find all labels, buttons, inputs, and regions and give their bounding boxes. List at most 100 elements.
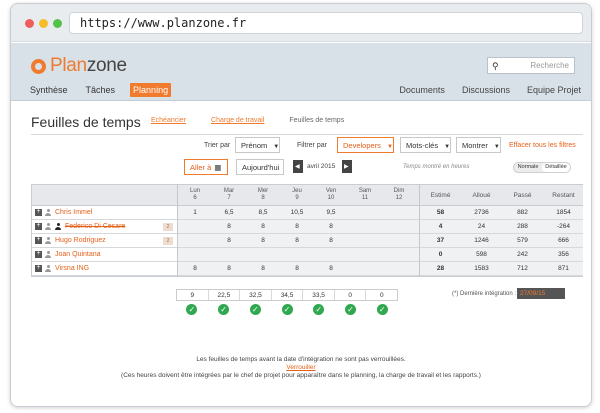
nav-planning[interactable]: Planning: [130, 83, 172, 97]
check-icon[interactable]: ✓: [313, 304, 325, 315]
hours-cell[interactable]: 8: [280, 265, 314, 272]
check-icon[interactable]: ✓: [218, 304, 230, 315]
view-mode-toggle[interactable]: Normale Détaillée: [513, 162, 571, 173]
expand-icon[interactable]: +: [35, 264, 42, 272]
nav-synthese[interactable]: Synthèse: [27, 83, 71, 97]
expand-icon[interactable]: +: [35, 208, 42, 216]
chevron-down-icon: ▼: [273, 144, 280, 150]
day-header-jeu: Jeu 9: [292, 188, 302, 201]
total-cell: 1854: [556, 209, 571, 216]
nav-taches[interactable]: Tâches: [83, 83, 119, 97]
day-hours-row: 1 6,5 8,5 10,5 9,5: [178, 206, 419, 220]
goto-date-button[interactable]: Aller à ▦: [184, 159, 228, 175]
check-icon[interactable]: ✓: [376, 304, 388, 315]
check-icon[interactable]: ✓: [281, 304, 293, 315]
hours-cell[interactable]: 8: [280, 237, 314, 244]
sort-select[interactable]: Prénom ▼: [235, 137, 280, 153]
day-header-dim: Dim 12: [393, 188, 405, 201]
resource-row[interactable]: + Chris Immel: [32, 206, 177, 220]
integration-date[interactable]: 27/09/15: [517, 288, 565, 299]
show-select[interactable]: Montrer ▼: [456, 137, 501, 153]
resource-row[interactable]: + Federico Di Cesare 2: [32, 220, 177, 234]
total-cell: 58: [436, 209, 445, 216]
hours-cell[interactable]: 10,5: [280, 209, 314, 216]
total-cell: 579: [517, 237, 528, 244]
hours-cell[interactable]: 9,5: [314, 209, 348, 216]
resource-row[interactable]: + Virsna ING: [32, 262, 177, 276]
validation-row: ✓ ✓ ✓ ✓ ✓ ✓ ✓: [176, 304, 398, 316]
nav-equipe-projet[interactable]: Equipe Projet: [527, 85, 581, 95]
today-button[interactable]: Aujourd'hui: [236, 159, 284, 175]
check-icon[interactable]: ✓: [344, 304, 356, 315]
planzone-logo[interactable]: Plan zone: [31, 54, 127, 78]
address-bar[interactable]: https://www.planzone.fr: [69, 12, 583, 34]
close-window-dot[interactable]: [25, 19, 34, 28]
hours-cell[interactable]: 8: [212, 265, 246, 272]
tab-charge-de-travail[interactable]: Charge de travail: [211, 117, 264, 124]
hours-cell[interactable]: 1: [178, 209, 212, 216]
hours-cell[interactable]: 8: [314, 223, 348, 230]
resource-name[interactable]: Virsna ING: [55, 265, 89, 272]
show-value: Montrer: [462, 141, 488, 150]
hours-cell[interactable]: 8,5: [246, 209, 280, 216]
header-restant: Restant: [552, 192, 575, 199]
search-input[interactable]: ⚲ Recherche: [487, 57, 575, 74]
next-period-button[interactable]: ▶: [342, 160, 352, 173]
clear-filters-link[interactable]: Effacer tous les filtres: [509, 142, 576, 149]
hours-cell[interactable]: 8: [212, 223, 246, 230]
view-detail-option[interactable]: Détaillée: [542, 163, 570, 172]
tab-feuilles-de-temps[interactable]: Feuilles de temps: [289, 117, 344, 124]
total-cell: 1246: [474, 237, 489, 244]
minimize-window-dot[interactable]: [39, 19, 48, 28]
header-estime: Estimé: [430, 192, 451, 199]
resource-row[interactable]: + Hugo Rodriguez 2: [32, 234, 177, 248]
resource-name[interactable]: Chris Immel: [55, 209, 92, 216]
resource-name[interactable]: Hugo Rodriguez: [55, 237, 106, 244]
total-cell: 242: [517, 251, 528, 258]
previous-period-button[interactable]: ◀: [293, 160, 303, 173]
app-header: Plan zone ⚲ Recherche Synthèse Tâches Pla…: [11, 43, 591, 101]
hours-cell[interactable]: 8: [246, 223, 280, 230]
maximize-window-dot[interactable]: [53, 19, 62, 28]
nav-discussions[interactable]: Discussions: [462, 85, 510, 95]
total-cell: 2736: [474, 209, 489, 216]
total-cell: 37: [436, 237, 445, 244]
hours-cell[interactable]: 8: [314, 265, 348, 272]
hours-cell[interactable]: 8: [212, 237, 246, 244]
resource-name[interactable]: Joan Quintana: [55, 251, 101, 258]
total-cell: 24: [477, 223, 486, 230]
timesheet-page: Feuilles de temps Echéancier Charge de t…: [11, 102, 591, 406]
total-cell: 598: [476, 251, 487, 258]
view-normal-option[interactable]: Normale: [514, 163, 542, 172]
hours-cell[interactable]: 8: [246, 265, 280, 272]
user-icon: [45, 209, 51, 216]
check-icon[interactable]: ✓: [249, 304, 261, 315]
nav-documents[interactable]: Documents: [399, 85, 445, 95]
totals-row: 0 598 242 356: [420, 248, 583, 262]
expand-icon[interactable]: +: [35, 236, 42, 244]
lock-notice: Les feuilles de temps avant la date d'in…: [11, 356, 591, 380]
keywords-value: Mots-clés: [406, 141, 439, 150]
check-icon[interactable]: ✓: [186, 304, 198, 315]
hours-cell[interactable]: 8: [314, 237, 348, 244]
hours-cell[interactable]: 6,5: [212, 209, 246, 216]
hours-cell[interactable]: 8: [246, 237, 280, 244]
lock-link[interactable]: Verrouiller: [11, 364, 591, 372]
hours-cell[interactable]: 8: [280, 223, 314, 230]
resource-row[interactable]: + Joan Quintana: [32, 248, 177, 262]
filter-select[interactable]: Developers ▼: [337, 137, 394, 153]
daily-total: 34,5: [272, 290, 304, 300]
tab-echeancier[interactable]: Echéancier: [151, 117, 186, 124]
header-passe: Passé: [513, 192, 532, 199]
resource-name[interactable]: Federico Di Cesare: [65, 223, 125, 230]
daily-total: 33,5: [303, 290, 335, 300]
chevron-down-icon: ▼: [386, 144, 393, 150]
keywords-select[interactable]: Mots-clés ▼: [400, 137, 451, 153]
hours-cell[interactable]: 8: [178, 265, 212, 272]
total-cell: 871: [558, 265, 569, 272]
subtabs-divider: [31, 134, 583, 135]
search-placeholder: Recherche: [530, 61, 569, 70]
expand-icon[interactable]: +: [35, 250, 42, 258]
expand-icon[interactable]: +: [35, 222, 42, 230]
day-header-lun: Lun 6: [189, 188, 200, 201]
